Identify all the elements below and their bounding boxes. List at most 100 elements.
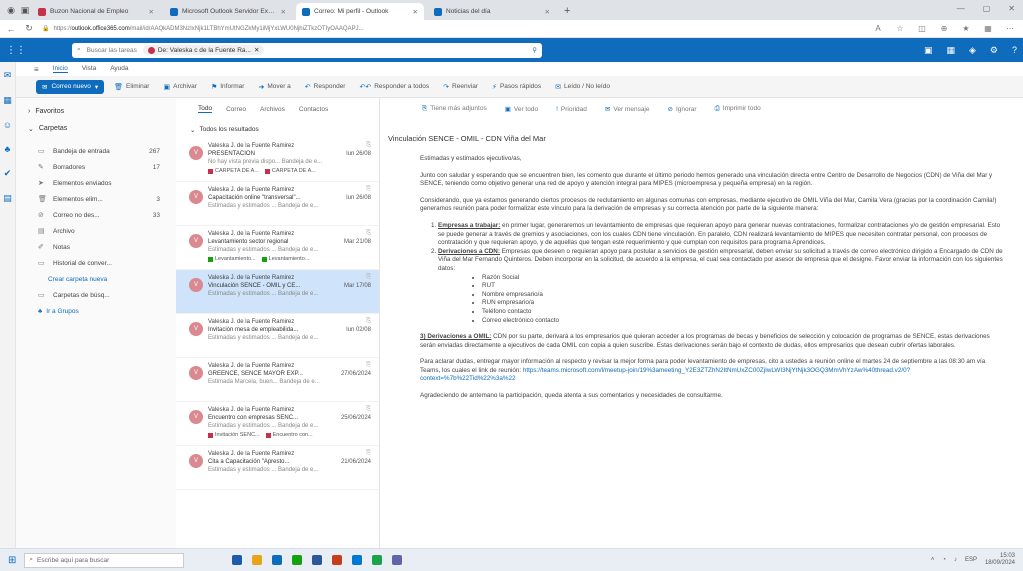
folder-item[interactable]: ⊘ Correo no des... 33 xyxy=(38,207,176,223)
attachment-chip[interactable]: CARPETA DE A... xyxy=(208,168,259,174)
chevron-down-icon[interactable]: ⌄ xyxy=(190,126,195,134)
ignore-button[interactable]: ⊘ Ignorar xyxy=(668,105,697,113)
message-row[interactable]: V ⎘ Valeska J. de la Fuente Ramirez Capacit… xyxy=(176,182,379,226)
filter-tab[interactable]: Archivos xyxy=(260,106,285,113)
folders-section[interactable]: ⌄ Carpetas xyxy=(28,125,176,133)
browser-tab[interactable]: Correo: Mi perfil - Outlook ✕ xyxy=(296,3,424,20)
help-icon[interactable]: ? xyxy=(1012,45,1017,56)
archive-button[interactable]: ▣ Archivar xyxy=(163,83,196,91)
clock[interactable]: 15:03 18/09/2024 xyxy=(985,553,1015,567)
calendar-icon[interactable]: ▦ xyxy=(946,45,955,56)
search-folders-item[interactable]: ▭ Carpetas de búsq... xyxy=(38,287,176,303)
filter-tab[interactable]: Contactos xyxy=(299,106,328,113)
folder-item[interactable]: ▭ Historial de conver... xyxy=(38,255,176,271)
message-row[interactable]: V ⎘ Valeska J. de la Fuente Ramirez Levanta… xyxy=(176,226,379,270)
taskbar-search-input[interactable]: Escribe aquí para buscar xyxy=(37,557,109,564)
folder-item[interactable]: ✎ Borradores 17 xyxy=(38,159,176,175)
favorites-icon[interactable]: ★ xyxy=(959,24,973,33)
volume-icon[interactable]: ♪ xyxy=(954,557,957,563)
browser-tab[interactable]: Noticias del día ✕ xyxy=(428,3,556,20)
filter-tab[interactable]: Correo xyxy=(226,106,246,113)
folder-item[interactable]: 🗑 Elementos elim... 3 xyxy=(38,191,176,207)
message-row[interactable]: V ⎘ Valeska J. de la Fuente Ramirez Encuent… xyxy=(176,402,379,446)
reply-all-button[interactable]: ↶↶ Responder a todos xyxy=(359,83,429,91)
chevron-up-icon[interactable]: ˄ xyxy=(931,557,935,563)
word-icon[interactable] xyxy=(312,555,323,565)
apps-icon[interactable]: ▤ xyxy=(3,193,12,204)
mail-icon[interactable]: ✉ xyxy=(4,70,12,81)
ribbon-tab[interactable]: Inicio xyxy=(52,65,68,73)
powerpoint-icon[interactable] xyxy=(332,555,343,565)
collections-icon[interactable]: ▦ xyxy=(981,24,995,33)
print-all-button[interactable]: ⎙ Imprimir todo xyxy=(715,105,761,113)
delete-button[interactable]: 🗑 Eliminar xyxy=(114,83,149,91)
taskbar-search[interactable]: ⌕ Escribe aquí para buscar xyxy=(24,552,185,568)
close-tab-icon[interactable]: ✕ xyxy=(545,8,550,16)
search-input[interactable]: Buscar las tareas xyxy=(87,47,137,54)
browser-tab[interactable]: Buzon Nacional de Empleo ✕ xyxy=(32,3,160,20)
outlook-icon[interactable] xyxy=(352,555,363,565)
app-launcher-icon[interactable]: ⋮⋮ xyxy=(6,45,26,56)
chevron-down-icon[interactable]: ▾ xyxy=(95,83,98,91)
attachment-chip[interactable]: Invitación SENC... xyxy=(208,432,260,438)
url-field[interactable]: 🔒 https://outlook.office365.com/mail/id/… xyxy=(42,22,662,35)
windows-start-icon[interactable]: ⊞ xyxy=(8,555,16,566)
teams-icon[interactable]: ▣ xyxy=(924,45,933,56)
excel-icon[interactable] xyxy=(292,555,303,565)
forward-button[interactable]: ↷ Reenviar xyxy=(443,83,478,91)
filter-icon[interactable]: ⚲ xyxy=(532,46,537,54)
settings-menu-icon[interactable]: ⋯ xyxy=(1003,24,1017,33)
more-attachments-button[interactable]: ⎘ Tiene más adjuntos xyxy=(422,105,487,113)
network-icon[interactable]: ◔ xyxy=(942,557,946,563)
message-row[interactable]: V ⎘ Valeska J. de la Fuente Ramirez GREENCE… xyxy=(176,358,379,402)
new-tab-button[interactable]: + xyxy=(560,5,574,17)
read-aloud-icon[interactable]: A xyxy=(871,24,885,33)
task-view-icon[interactable] xyxy=(232,555,243,565)
back-icon[interactable]: ← xyxy=(6,24,16,34)
minimize-icon[interactable]: — xyxy=(957,4,965,13)
folder-item[interactable]: ✐ Notas xyxy=(38,239,176,255)
attachment-chip[interactable]: Levantamiento... xyxy=(208,256,256,262)
attachment-chip[interactable]: Levantamiento... xyxy=(261,256,309,262)
search-box[interactable]: ⌕ Buscar las tareas De: Valeska c de la … xyxy=(72,42,542,58)
ribbon-tab[interactable]: Vista xyxy=(82,65,96,73)
attachment-chip[interactable]: CARPETA DE A... xyxy=(264,168,316,174)
folder-item[interactable]: ➤ Elementos enviados xyxy=(38,175,176,191)
attachment-chip[interactable]: Encuentro con... xyxy=(265,432,313,438)
reply-button[interactable]: ↶ Responder xyxy=(305,83,346,91)
filter-tab[interactable]: Todo xyxy=(198,105,213,113)
edge-icon[interactable] xyxy=(272,555,283,565)
language-indicator[interactable]: ESP xyxy=(965,557,977,563)
file-explorer-icon[interactable] xyxy=(252,555,263,565)
priority-button[interactable]: ! Prioridad xyxy=(556,106,587,113)
profile-icon[interactable]: ◉ xyxy=(4,3,18,17)
view-message-button[interactable]: ✉ Ver mensaje xyxy=(605,105,650,113)
message-row[interactable]: V ⎘ Valeska J. de la Fuente Ramirez Cita a … xyxy=(176,446,379,490)
close-tab-icon[interactable]: ✕ xyxy=(281,8,286,16)
chrome-icon[interactable] xyxy=(372,555,383,565)
read-unread-button[interactable]: ✉ Leído / No leído xyxy=(555,83,610,91)
favorites-section[interactable]: › Favoritos xyxy=(28,108,176,115)
message-row[interactable]: V ⎘ Valeska J. de la Fuente Ramirez Invitac… xyxy=(176,314,379,358)
browser-tab[interactable]: Microsoft Outlook Servidor Exchange ✕ xyxy=(164,3,292,20)
view-all-button[interactable]: ▣ Ver todo xyxy=(505,105,538,113)
ribbon-tab[interactable]: Ayuda xyxy=(110,65,128,73)
message-row[interactable]: V ⎘ Valeska J. de la Fuente Ramirez PRESENT… xyxy=(176,138,379,182)
refresh-icon[interactable]: ↻ xyxy=(24,23,34,34)
settings-icon[interactable]: ⚙ xyxy=(990,45,998,56)
tab-actions-icon[interactable]: ▣ xyxy=(18,3,32,17)
close-window-icon[interactable]: ✕ xyxy=(1008,4,1015,13)
calendar-app-icon[interactable]: ▦ xyxy=(3,95,12,106)
people-icon[interactable]: ☺ xyxy=(3,120,12,130)
extensions-icon[interactable]: ⊕ xyxy=(937,24,951,33)
move-button[interactable]: ➜ Mover a xyxy=(258,83,290,91)
maximize-icon[interactable]: ▢ xyxy=(983,4,991,13)
create-folder-link[interactable]: Crear carpeta nueva xyxy=(38,271,176,287)
close-tab-icon[interactable]: ✕ xyxy=(149,8,154,16)
teams-app-icon[interactable] xyxy=(392,555,403,565)
quick-steps-button[interactable]: ⚡ Pasos rápidos xyxy=(492,83,541,91)
megaphone-icon[interactable]: ◈ xyxy=(969,45,976,56)
report-button[interactable]: ⚑ Informar xyxy=(211,83,244,91)
go-groups-link[interactable]: ♣ Ir a Grupos xyxy=(38,303,176,319)
favorite-star-icon[interactable]: ☆ xyxy=(893,24,907,33)
